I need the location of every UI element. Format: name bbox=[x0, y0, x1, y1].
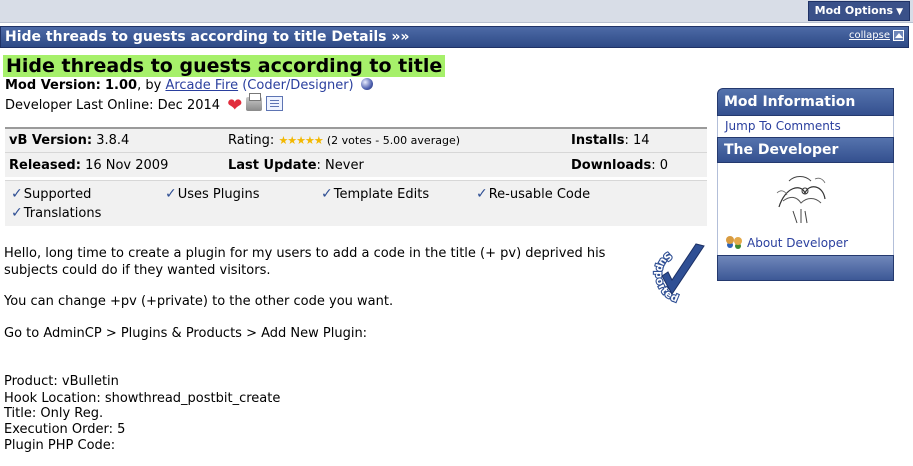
rating-cell: Rating: ★★★★★ (2 votes - 5.00 average) bbox=[228, 133, 461, 148]
description-line: You can change +pv (+private) to the oth… bbox=[4, 294, 394, 309]
released-cell: Released: 16 Nov 2009 bbox=[9, 157, 169, 173]
info-row: vB Version: 3.8.4 Rating: ★★★★★ (2 votes… bbox=[5, 127, 707, 152]
description-line: Hello, long time to create a plugin for … bbox=[4, 246, 606, 261]
downloads-cell: Downloads: 0 bbox=[571, 157, 668, 173]
last-online-label: Developer Last Online: bbox=[5, 98, 154, 113]
about-developer-label: About Developer bbox=[747, 236, 849, 250]
description-line: subjects could do if they wanted visitor… bbox=[4, 263, 271, 278]
check-icon: ✓ bbox=[476, 186, 488, 202]
sidebar-footer bbox=[717, 255, 894, 281]
code-line: Execution Order: 5 bbox=[4, 422, 126, 437]
collapse-button[interactable]: collapse bbox=[849, 30, 904, 41]
last-online-value: Dec 2014 bbox=[157, 98, 221, 113]
feature-translations: ✓Translations bbox=[11, 205, 102, 221]
feature-supported: ✓Supported bbox=[11, 186, 92, 202]
feature-uses-plugins: ✓Uses Plugins bbox=[165, 186, 260, 202]
code-line: Title: Only Reg. bbox=[4, 406, 104, 421]
the-developer-header: The Developer bbox=[717, 137, 894, 163]
favorite-heart-icon[interactable]: ❤ bbox=[227, 95, 242, 116]
check-icon: ✓ bbox=[11, 186, 23, 202]
by-text: , by bbox=[137, 78, 162, 93]
check-icon: ✓ bbox=[165, 186, 177, 202]
mod-version-label: Mod Version: bbox=[5, 78, 101, 93]
chevron-down-icon: ▼ bbox=[896, 7, 903, 17]
code-line: Plugin PHP Code: bbox=[4, 438, 116, 453]
mod-options-label: Mod Options bbox=[814, 4, 894, 17]
jump-to-comments-link[interactable]: Jump To Comments bbox=[717, 116, 894, 137]
last-update-cell: Last Update: Never bbox=[228, 157, 364, 173]
description-line: Go to AdminCP > Plugins & Products > Add… bbox=[4, 326, 368, 341]
feature-list: ✓Supported ✓Uses Plugins ✓Template Edits… bbox=[5, 180, 707, 226]
vb-version-cell: vB Version: 3.8.4 bbox=[9, 133, 130, 148]
email-icon[interactable] bbox=[266, 96, 284, 111]
page-title: Hide threads to guests according to titl… bbox=[3, 55, 446, 77]
users-icon bbox=[726, 236, 744, 248]
online-status-icon bbox=[360, 78, 373, 90]
print-icon[interactable] bbox=[246, 93, 263, 111]
feature-reusable-code: ✓Re-usable Code bbox=[476, 186, 591, 202]
check-icon: ✓ bbox=[321, 186, 333, 202]
mod-version-value: 1.00 bbox=[105, 78, 138, 93]
sidebar: Mod Information Jump To Comments The Dev… bbox=[717, 88, 894, 281]
code-line: Product: vBulletin bbox=[4, 374, 119, 389]
collapse-icon bbox=[893, 30, 904, 41]
last-online-line: Developer Last Online: Dec 2014 ❤ bbox=[5, 93, 284, 116]
top-bar: Mod Options ▼ bbox=[0, 0, 913, 23]
details-title: Hide threads to guests according to titl… bbox=[5, 29, 410, 45]
mod-info-table: vB Version: 3.8.4 Rating: ★★★★★ (2 votes… bbox=[5, 127, 707, 177]
author-role: (Coder/Designer) bbox=[242, 78, 354, 93]
about-developer-link[interactable]: About Developer bbox=[717, 231, 894, 255]
mod-information-header: Mod Information bbox=[717, 88, 894, 116]
details-header-bar: Hide threads to guests according to titl… bbox=[0, 26, 909, 48]
collapse-label: collapse bbox=[848, 30, 890, 41]
installs-cell: Installs: 14 bbox=[571, 133, 650, 148]
developer-avatar bbox=[717, 163, 894, 231]
supported-badge-icon: Supported bbox=[652, 243, 705, 306]
mod-options-button[interactable]: Mod Options ▼ bbox=[807, 1, 910, 21]
rating-stars-icon: ★★★★★ bbox=[278, 134, 323, 147]
check-icon: ✓ bbox=[11, 205, 23, 221]
info-row: Released: 16 Nov 2009 Last Update: Never… bbox=[5, 152, 707, 177]
feature-template-edits: ✓Template Edits bbox=[321, 186, 430, 202]
author-link[interactable]: Arcade Fire bbox=[165, 78, 238, 93]
mod-version-line: Mod Version: 1.00, by Arcade Fire (Coder… bbox=[5, 78, 373, 93]
developer-avatar-icon bbox=[776, 176, 826, 224]
